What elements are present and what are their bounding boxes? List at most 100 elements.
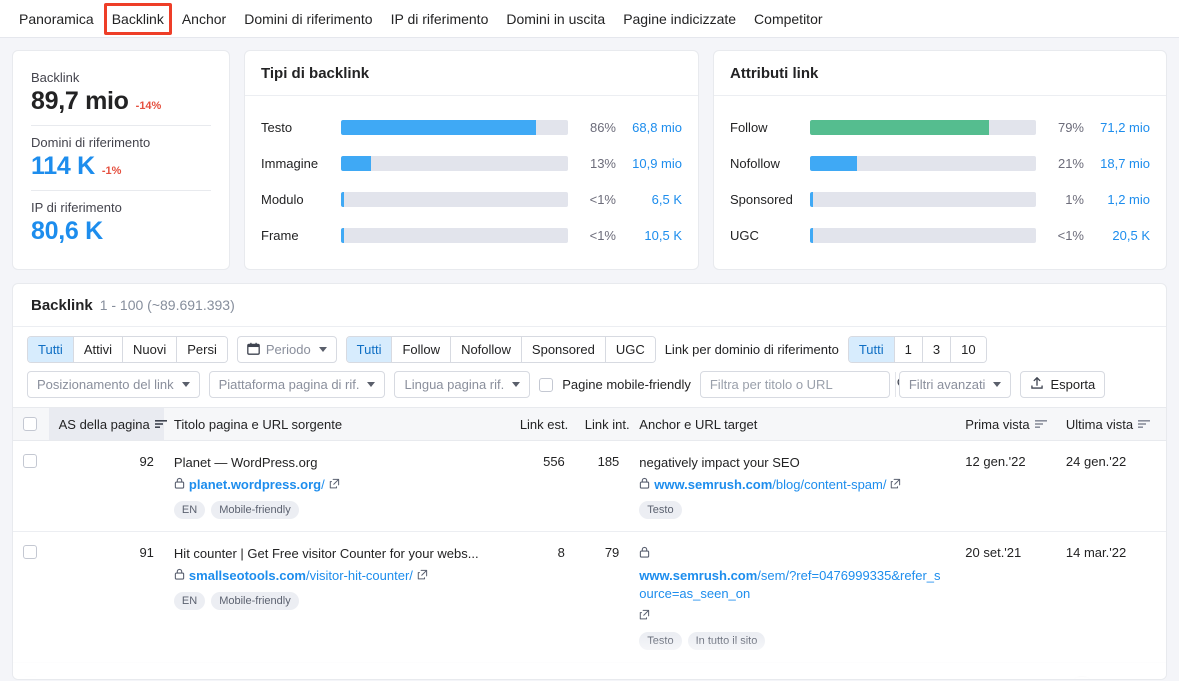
advanced-filters-label: Filtri avanzati — [908, 377, 986, 392]
search-input[interactable] — [700, 372, 895, 397]
cell-links-ext: 8 — [509, 531, 575, 663]
backlink-types-title: Tipi di backlink — [245, 51, 698, 96]
column-label-prima-vista: Prima vista — [965, 416, 1030, 432]
row-settings-button[interactable] — [1065, 676, 1098, 679]
metric-backlink-delta: -14% — [135, 100, 162, 112]
platform-dropdown[interactable]: Piattaforma pagina di rif. — [208, 371, 386, 398]
source-tags: EN Mobile-friendly — [173, 501, 500, 519]
status-filter-persi[interactable]: Persi — [177, 337, 227, 362]
filter-row-2: Posizionamento del link Piattaforma pagi… — [27, 371, 1152, 398]
bar-value-modulo[interactable]: 6,5 K — [616, 192, 682, 207]
table-row[interactable]: 92 Planet — WordPress.org planet.wordpre… — [13, 440, 1166, 532]
table-scroll-area[interactable]: AS della pagina Titolo pagina e URL sorg… — [13, 407, 1166, 679]
bar-value-immagine[interactable]: 10,9 mio — [616, 156, 682, 171]
source-url[interactable]: smallseotools.com/visitor-hit-counter/ — [189, 567, 413, 585]
attribute-filter-sponsored[interactable]: Sponsored — [521, 337, 606, 362]
column-header-as-della-pagina[interactable]: AS della pagina — [48, 407, 167, 441]
cell-first-seen: 12 gen.'22 — [955, 440, 1056, 532]
attribute-filter-follow[interactable]: Follow — [392, 337, 452, 362]
links-per-domain-3[interactable]: 3 — [922, 337, 952, 362]
bar-row-modulo: Modulo <1% 6,5 K — [261, 181, 682, 217]
chevron-down-icon — [512, 382, 521, 387]
attribute-filter-tutti[interactable]: Tutti — [346, 337, 393, 362]
attribute-filter-nofollow[interactable]: Nofollow — [451, 337, 522, 362]
source-title: Výsledky | ShopRoku 2021 — [174, 676, 500, 679]
summary-cards-row: Backlink 89,7 mio -14% Domini di riferim… — [0, 38, 1179, 270]
metric-domini-value[interactable]: 114 K — [31, 152, 95, 181]
row-select-cell — [13, 662, 49, 679]
filter-row-1: Tutti Attivi Nuovi Persi Periodo Tutti F… — [27, 336, 1152, 363]
column-header-ultima-vista[interactable]: Ultima vista — [1055, 407, 1166, 441]
row-checkbox[interactable] — [23, 454, 37, 468]
bar-label-frame: Frame — [261, 227, 299, 243]
bar-label-follow: Follow — [730, 119, 768, 135]
column-header-prima-vista[interactable]: Prima vista — [955, 407, 1056, 441]
row-select-cell — [13, 531, 49, 663]
bar-value-follow[interactable]: 71,2 mio — [1084, 120, 1150, 135]
column-label-ultima-vista: Ultima vista — [1065, 416, 1134, 432]
links-per-domain-tutti[interactable]: Tutti — [848, 337, 895, 362]
nav-item-backlink[interactable]: Backlink — [103, 2, 173, 35]
bar-row-testo: Testo 86% 68,8 mio — [261, 109, 682, 145]
links-per-domain-1[interactable]: 1 — [894, 337, 923, 362]
sort-icon[interactable] — [1138, 417, 1151, 432]
bar-value-nofollow[interactable]: 18,7 mio — [1084, 156, 1150, 171]
nav-item-pagine-indicizzate[interactable]: Pagine indicizzate — [614, 6, 745, 32]
external-link-icon[interactable] — [639, 607, 650, 625]
status-filter-nuovi[interactable]: Nuovi — [122, 337, 178, 362]
links-per-domain-10[interactable]: 10 — [951, 337, 986, 362]
external-link-icon[interactable] — [890, 476, 901, 494]
column-header-titolo-pagina: Titolo pagina e URL sorgente — [163, 407, 510, 441]
bar-value-frame[interactable]: 10,5 K — [616, 228, 682, 243]
lock-icon — [174, 567, 185, 585]
metric-ip-value[interactable]: 80,6 K — [31, 217, 103, 246]
metric-domini-label: Domini di riferimento — [31, 135, 151, 150]
nav-item-competitor[interactable]: Competitor — [745, 6, 831, 32]
source-url[interactable]: planet.wordpress.org/ — [189, 476, 325, 494]
period-dropdown[interactable]: Periodo — [236, 336, 337, 363]
bar-row-nofollow: Nofollow 21% 18,7 mio — [730, 145, 1150, 181]
row-checkbox[interactable] — [23, 545, 37, 559]
row-checkbox[interactable] — [23, 676, 37, 679]
language-dropdown[interactable]: Lingua pagina rif. — [394, 371, 531, 398]
sort-icon[interactable] — [154, 417, 167, 432]
table-row[interactable]: 89 Výsledky | ShopRoku 2021 www.shoproku… — [13, 662, 1166, 679]
status-filter-attivi[interactable]: Attivi — [73, 337, 123, 362]
bar-value-testo[interactable]: 68,8 mio — [616, 120, 682, 135]
external-link-icon[interactable] — [417, 567, 428, 585]
link-position-dropdown[interactable]: Posizionamento del link — [27, 371, 200, 398]
tag-link-type: Testo — [639, 501, 682, 519]
bar-value-sponsored[interactable]: 1,2 mio — [1084, 192, 1150, 207]
tag-language: EN — [173, 501, 206, 519]
main-navigation: Panoramica Backlink Anchor Domini di rif… — [0, 0, 1179, 38]
target-url[interactable]: www.semrush.com/blog/content-spam/ — [654, 476, 886, 494]
nav-item-domini-di-riferimento[interactable]: Domini di riferimento — [235, 6, 381, 32]
bar-fill-immagine — [341, 155, 371, 171]
link-attributes-bars: Follow 79% 71,2 mio Nofollow 21% 18,7 mi… — [714, 96, 1166, 269]
source-tags: EN Mobile-friendly — [173, 592, 500, 610]
bar-value-ugc[interactable]: 20,5 K — [1084, 228, 1150, 243]
select-all-checkbox[interactable] — [23, 417, 37, 431]
sort-icon[interactable] — [1034, 417, 1047, 432]
nav-item-domini-in-uscita[interactable]: Domini in uscita — [497, 6, 614, 32]
status-filter-group: Tutti Attivi Nuovi Persi — [27, 336, 228, 363]
cell-links-ext: 556 — [509, 440, 575, 532]
table-row[interactable]: 91 Hit counter | Get Free visitor Counte… — [13, 531, 1166, 663]
external-link-icon[interactable] — [329, 476, 340, 494]
status-filter-tutti[interactable]: Tutti — [28, 337, 74, 362]
nav-item-ip-di-riferimento[interactable]: IP di riferimento — [382, 6, 498, 32]
nav-item-anchor[interactable]: Anchor — [173, 6, 235, 32]
attribute-filter-group: Tutti Follow Nofollow Sponsored UGC — [345, 336, 656, 363]
bar-fill-testo — [341, 119, 537, 135]
lock-icon — [639, 545, 650, 563]
target-url[interactable]: www.semrush.com/sem/?ref=0476999335&refe… — [639, 567, 945, 603]
nav-item-panoramica[interactable]: Panoramica — [10, 6, 103, 32]
attribute-filter-ugc[interactable]: UGC — [605, 337, 655, 362]
metric-ip-di-riferimento: IP di riferimento 80,6 K — [31, 190, 211, 255]
advanced-filters-dropdown[interactable]: Filtri avanzati — [898, 371, 1012, 398]
target-tags: Testo In tutto il sito — [639, 632, 945, 650]
cell-as: 92 — [48, 440, 164, 532]
export-button[interactable]: Esporta — [1020, 371, 1106, 398]
cell-links-int: 516 — [574, 662, 630, 679]
mobile-friendly-checkbox[interactable] — [539, 377, 554, 392]
